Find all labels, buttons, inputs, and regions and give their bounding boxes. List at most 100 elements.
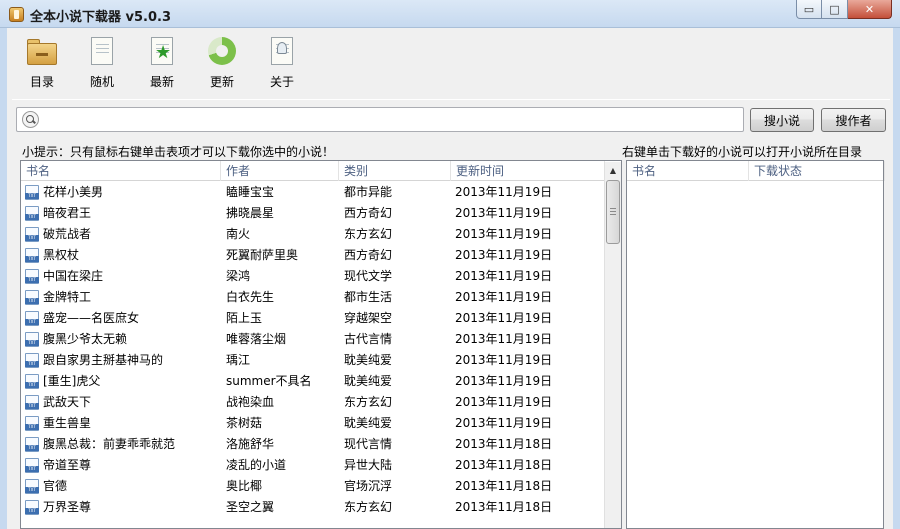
cell-updated: 2013年11月19日 bbox=[455, 269, 553, 283]
search-input[interactable] bbox=[43, 110, 733, 129]
table-row[interactable]: 重生兽皇 茶树菇 耽美纯爱 2013年11月19日 bbox=[21, 413, 605, 434]
toolbar-random-button[interactable]: 随机 bbox=[72, 33, 132, 91]
column-header-category[interactable]: 类别 bbox=[339, 161, 451, 181]
txt-file-icon bbox=[25, 416, 39, 431]
table-row[interactable]: 跟自家男主掰基神马的 瑀江 耽美纯爱 2013年11月19日 bbox=[21, 350, 605, 371]
maximize-button[interactable]: □ bbox=[822, 0, 848, 19]
txt-file-icon bbox=[25, 290, 39, 305]
cell-author: 圣空之翼 bbox=[226, 500, 275, 514]
minimize-button[interactable]: ▭ bbox=[796, 0, 822, 19]
cell-author: 唯蓉落尘烟 bbox=[226, 332, 287, 346]
app-icon bbox=[9, 7, 24, 22]
cell-category: 西方奇幻 bbox=[344, 248, 393, 262]
column-header-title[interactable]: 书名 bbox=[21, 161, 221, 181]
txt-file-icon bbox=[25, 311, 39, 326]
toolbar-random-label: 随机 bbox=[89, 75, 114, 89]
table-row[interactable]: 腹黑少爷太无赖 唯蓉落尘烟 古代言情 2013年11月19日 bbox=[21, 329, 605, 350]
cell-category: 现代文学 bbox=[344, 269, 393, 283]
txt-file-icon bbox=[25, 227, 39, 242]
table-row[interactable]: 破荒战者 南火 东方玄幻 2013年11月19日 bbox=[21, 224, 605, 245]
table-row[interactable]: 官德 奥比椰 官场沉浮 2013年11月18日 bbox=[21, 476, 605, 497]
cell-title: 重生兽皇 bbox=[43, 416, 92, 430]
cell-title: 武敌天下 bbox=[43, 395, 92, 409]
table-row[interactable]: 金牌特工 白衣先生 都市生活 2013年11月19日 bbox=[21, 287, 605, 308]
table-row[interactable]: 中国在梁庄 梁鸿 现代文学 2013年11月19日 bbox=[21, 266, 605, 287]
table-row[interactable]: 万界圣尊 圣空之翼 东方玄幻 2013年11月18日 bbox=[21, 497, 605, 518]
txt-file-icon bbox=[25, 206, 39, 221]
cell-category: 都市异能 bbox=[344, 185, 393, 199]
toolbar-catalog-button[interactable]: 目录 bbox=[12, 33, 72, 91]
toolbar-update-button[interactable]: 更新 bbox=[192, 33, 252, 91]
cell-updated: 2013年11月19日 bbox=[455, 185, 553, 199]
txt-file-icon bbox=[25, 248, 39, 263]
toolbar-divider bbox=[12, 99, 890, 100]
cell-updated: 2013年11月19日 bbox=[455, 206, 553, 220]
txt-file-icon bbox=[25, 332, 39, 347]
cell-title: 官德 bbox=[43, 479, 68, 493]
table-row[interactable]: 腹黑总裁：前妻乖乖就范 洛施舒华 现代言情 2013年11月18日 bbox=[21, 434, 605, 455]
txt-file-icon bbox=[25, 479, 39, 494]
search-box[interactable] bbox=[16, 107, 744, 132]
scrollbar-thumb[interactable] bbox=[606, 180, 620, 244]
cell-title: [重生]虎父 bbox=[43, 374, 101, 388]
novel-list-header: 书名 作者 类别 更新时间 bbox=[21, 161, 621, 181]
cell-category: 耽美纯爱 bbox=[344, 353, 393, 367]
column-header-download-title[interactable]: 书名 bbox=[627, 161, 749, 181]
search-novel-button[interactable]: 搜小说 bbox=[750, 108, 814, 132]
window-controls: ▭ □ ✕ bbox=[796, 0, 892, 20]
cell-updated: 2013年11月19日 bbox=[455, 332, 553, 346]
table-row[interactable]: 暗夜君王 拂晓晨星 西方奇幻 2013年11月19日 bbox=[21, 203, 605, 224]
cell-author: 茶树菇 bbox=[226, 416, 263, 430]
toolbar-about-button[interactable]: 关于 bbox=[252, 33, 312, 91]
cell-category: 现代言情 bbox=[344, 437, 393, 451]
cell-title: 跟自家男主掰基神马的 bbox=[43, 353, 164, 367]
cell-updated: 2013年11月19日 bbox=[455, 290, 553, 304]
cell-category: 耽美纯爱 bbox=[344, 374, 393, 388]
txt-file-icon bbox=[25, 353, 39, 368]
cell-title: 花样小美男 bbox=[43, 185, 104, 199]
window-title: 全本小说下载器 v5.0.3 bbox=[30, 10, 172, 25]
cell-category: 官场沉浮 bbox=[344, 479, 393, 493]
right-panel-hint: 右键单击下载好的小说可以打开小说所在目录 bbox=[622, 145, 863, 159]
cell-author: 凌乱的小道 bbox=[226, 458, 287, 472]
vertical-scrollbar[interactable]: ▲ bbox=[604, 162, 621, 528]
folder-icon bbox=[26, 35, 58, 67]
txt-file-icon bbox=[25, 395, 39, 410]
table-row[interactable]: 盛宠——名医庶女 陌上玉 穿越架空 2013年11月19日 bbox=[21, 308, 605, 329]
search-author-button[interactable]: 搜作者 bbox=[821, 108, 886, 132]
toolbar-latest-button[interactable]: ★ 最新 bbox=[132, 33, 192, 91]
novel-list[interactable]: 书名 作者 类别 更新时间 花样小美男瞌睡宝宝都市异能2013年11月19日暗夜… bbox=[20, 160, 622, 529]
cell-author: 洛施舒华 bbox=[226, 437, 275, 451]
cell-title: 暗夜君王 bbox=[43, 206, 92, 220]
cell-category: 东方玄幻 bbox=[344, 395, 393, 409]
download-list[interactable]: 书名 下载状态 bbox=[626, 160, 885, 529]
novel-rows: 花样小美男瞌睡宝宝都市异能2013年11月19日暗夜君王拂晓晨星西方奇幻2013… bbox=[21, 182, 605, 518]
cell-updated: 2013年11月18日 bbox=[455, 500, 553, 514]
txt-file-icon bbox=[25, 269, 39, 284]
download-list-header: 书名 下载状态 bbox=[627, 161, 885, 181]
star-document-icon: ★ bbox=[146, 35, 178, 67]
column-header-updated[interactable]: 更新时间 bbox=[451, 161, 605, 181]
close-button[interactable]: ✕ bbox=[848, 0, 892, 19]
toolbar-latest-label: 最新 bbox=[149, 75, 174, 89]
cell-category: 耽美纯爱 bbox=[344, 416, 393, 430]
table-row[interactable]: [重生]虎父 summer不具名 耽美纯爱 2013年11月19日 bbox=[21, 371, 605, 392]
cell-author: 陌上玉 bbox=[226, 311, 263, 325]
left-panel-hint: 小提示：只有鼠标右键单击表项才可以下载你选中的小说！ bbox=[22, 145, 335, 159]
column-header-download-status[interactable]: 下载状态 bbox=[749, 161, 885, 181]
scroll-up-arrow-icon[interactable]: ▲ bbox=[605, 162, 621, 179]
cell-category: 古代言情 bbox=[344, 332, 393, 346]
cell-author: 南火 bbox=[226, 227, 251, 241]
table-row[interactable]: 帝道至尊 凌乱的小道 异世大陆 2013年11月18日 bbox=[21, 455, 605, 476]
column-header-author[interactable]: 作者 bbox=[221, 161, 339, 181]
txt-file-icon bbox=[25, 185, 39, 200]
cell-updated: 2013年11月19日 bbox=[455, 416, 553, 430]
document-icon bbox=[86, 35, 118, 67]
table-row[interactable]: 黑权杖 死翼耐萨里奥 西方奇幻 2013年11月19日 bbox=[21, 245, 605, 266]
table-row[interactable]: 武敌天下 战袍染血 东方玄幻 2013年11月19日 bbox=[21, 392, 605, 413]
table-row[interactable]: 花样小美男 瞌睡宝宝 都市异能 2013年11月19日 bbox=[21, 182, 605, 203]
cell-title: 黑权杖 bbox=[43, 248, 80, 262]
cell-title: 帝道至尊 bbox=[43, 458, 92, 472]
cell-author: summer不具名 bbox=[226, 374, 312, 388]
cell-updated: 2013年11月19日 bbox=[455, 248, 553, 262]
